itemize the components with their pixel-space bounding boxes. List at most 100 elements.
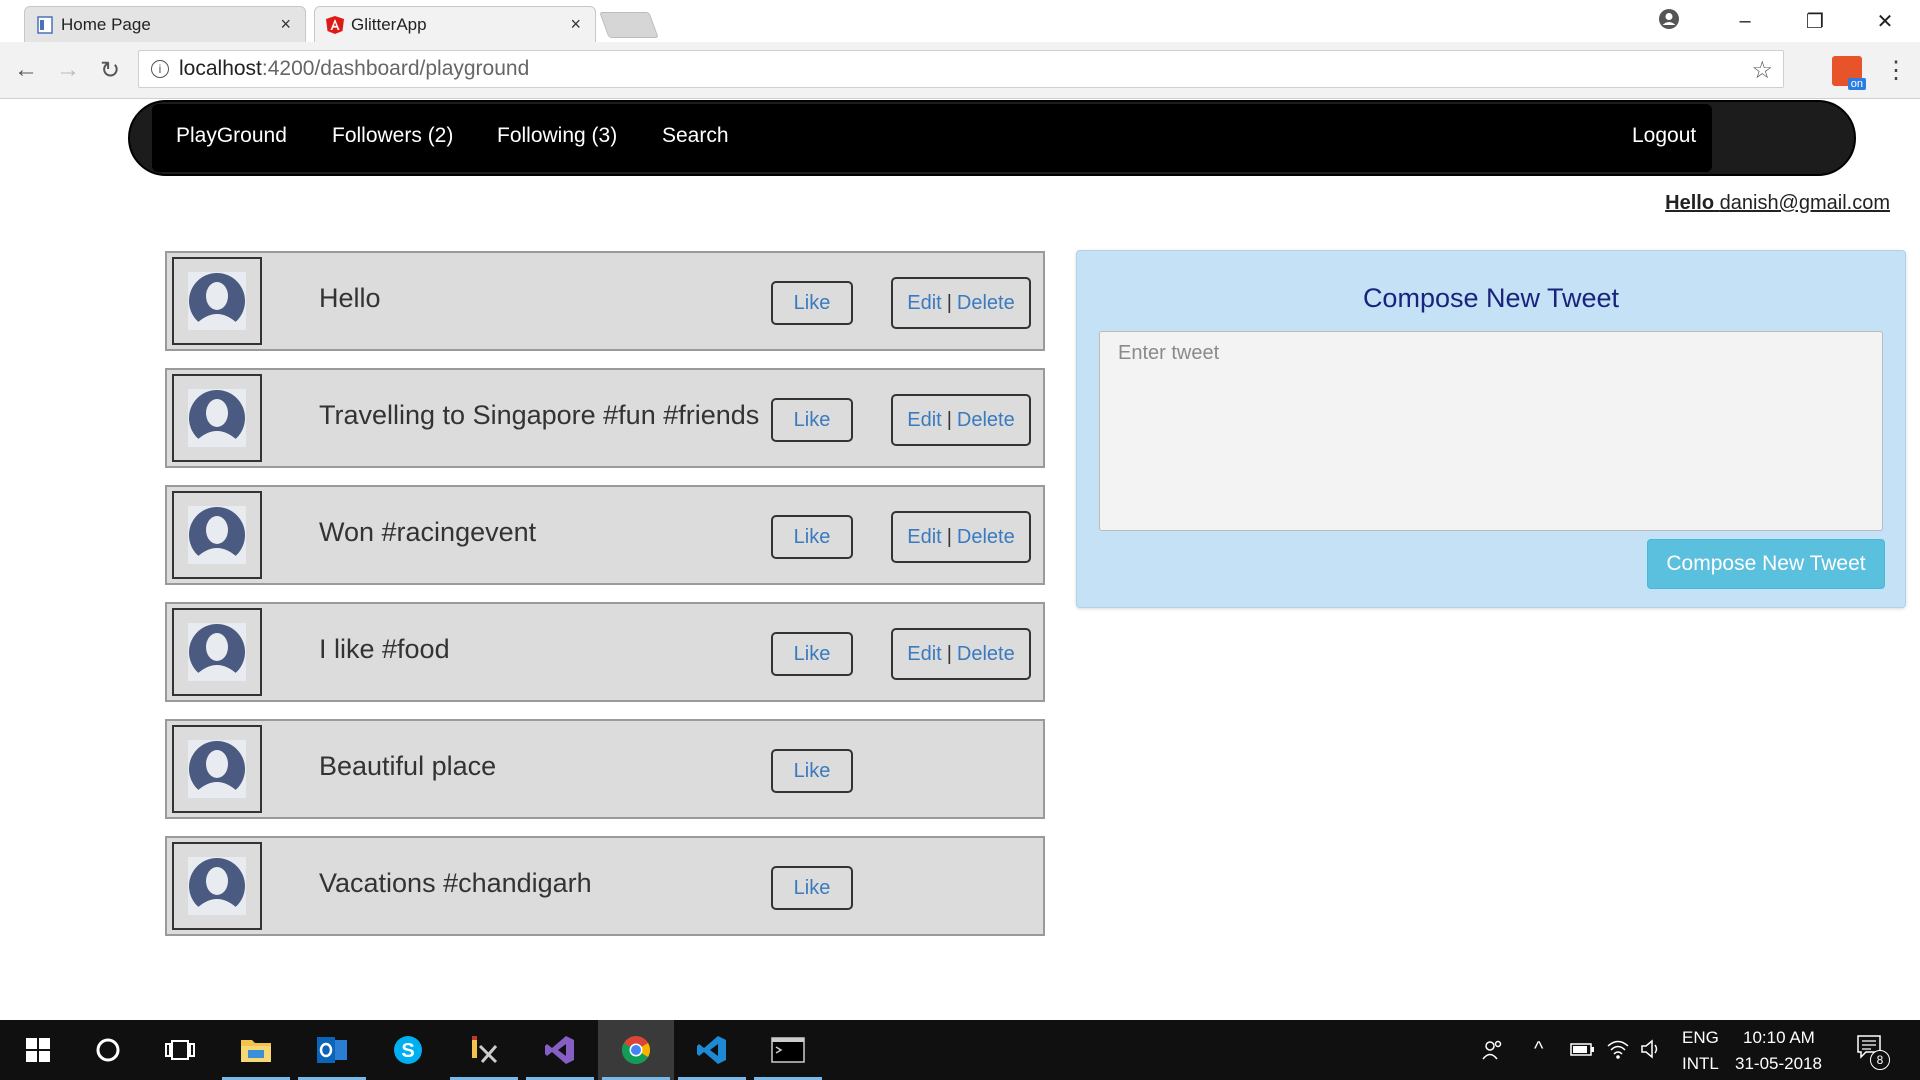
edit-link[interactable]: Edit [907,643,941,666]
vscode-icon [697,1036,726,1064]
angular-icon [326,16,344,34]
tweet-card: Vacations #chandigarh Like [165,836,1045,936]
taskbar-terminal[interactable] [750,1020,826,1080]
bookmark-star-icon[interactable]: ☆ [1751,56,1773,85]
chevron-up-icon[interactable]: ^ [1534,1038,1543,1061]
tweet-input[interactable] [1099,331,1883,531]
compose-title: Compose New Tweet [1362,283,1620,313]
edit-link[interactable]: Edit [907,409,941,432]
separator: | [946,642,952,665]
edit-link[interactable]: Edit [907,292,941,315]
reload-icon[interactable]: ↻ [96,56,124,84]
notification-count-badge: 8 [1870,1050,1890,1070]
terminal-icon [771,1037,805,1063]
like-button[interactable]: Like [771,749,853,793]
taskbar-vscode[interactable] [674,1020,750,1080]
browser-tab-home-page[interactable]: Home Page × [24,6,306,42]
chrome-icon [622,1036,650,1064]
tweet-card: Won #racingevent Like Edit | Delete [165,485,1045,585]
svg-text:S: S [401,1040,414,1062]
avatar-icon [188,506,246,564]
separator: | [946,291,952,314]
browser-tab-glitterapp[interactable]: GlitterApp × [314,6,596,42]
greeting-hello: Hello [1665,192,1715,214]
url-text: localhost:4200/dashboard/playground [179,57,529,81]
like-button[interactable]: Like [771,281,853,325]
taskbar-visual-studio[interactable] [522,1020,598,1080]
window-close-icon[interactable]: ✕ [1850,9,1920,34]
nav-logout[interactable]: Logout [1632,124,1696,148]
tab-title: Home Page [61,14,151,34]
nav-following[interactable]: Following (3) [497,124,617,148]
windows-logo-icon [26,1038,50,1062]
task-view-icon [165,1040,195,1060]
task-view-button[interactable] [142,1020,218,1080]
delete-link[interactable]: Delete [957,409,1015,432]
folder-icon [241,1040,271,1062]
cortana-circle-icon [96,1038,120,1062]
outlook-icon [317,1037,347,1063]
wifi-icon[interactable] [1606,1038,1630,1060]
like-button[interactable]: Like [771,866,853,910]
separator: | [946,408,952,431]
people-icon[interactable] [1480,1038,1504,1062]
taskbar-tools-app[interactable] [446,1020,522,1080]
tools-icon [472,1036,498,1064]
avatar-icon [188,740,246,798]
close-tab-icon[interactable]: × [280,14,291,35]
user-greeting[interactable]: Hello danish@gmail.com [1665,192,1890,215]
window-controls: – ❐ ✕ [1710,0,1920,42]
taskbar-file-explorer[interactable] [218,1020,294,1080]
avatar-frame [172,491,262,579]
tweet-card: Hello Like Edit | Delete [165,251,1045,351]
avatar-icon [188,623,246,681]
like-button[interactable]: Like [771,515,853,559]
extension-badge: on [1847,78,1866,90]
browser-tabbar: Home Page × GlitterApp × – ❐ ✕ [0,0,1920,42]
browser-menu-icon[interactable]: ⋮ [1884,56,1908,85]
like-button[interactable]: Like [771,398,853,442]
tweet-text: I like #food [319,634,450,664]
windows-taskbar: S ^ ENG INTL 10:10 AM 31-05-2018 8 [0,1020,1920,1080]
delete-link[interactable]: Delete [957,292,1015,315]
cortana-button[interactable] [70,1020,146,1080]
compose-panel: Compose New Tweet Compose New Tweet [1076,250,1906,608]
delete-link[interactable]: Delete [957,643,1015,666]
visual-studio-icon [545,1036,574,1064]
language-top[interactable]: ENG [1682,1028,1719,1048]
address-bar[interactable]: i localhost:4200/dashboard/playground ☆ [138,50,1784,88]
edit-delete-group: Edit | Delete [891,511,1031,563]
avatar-icon [188,389,246,447]
start-button[interactable] [0,1020,76,1080]
back-icon[interactable]: ← [12,56,40,84]
action-center-button[interactable]: 8 [1856,1034,1890,1070]
minimize-icon[interactable]: – [1710,10,1780,33]
skype-icon: S [394,1036,422,1064]
edit-link[interactable]: Edit [907,526,941,549]
tweet-card: Travelling to Singapore #fun #friends Li… [165,368,1045,468]
language-bottom[interactable]: INTL [1682,1054,1719,1074]
clock-time[interactable]: 10:10 AM [1743,1028,1815,1048]
close-tab-icon[interactable]: × [570,14,581,35]
restore-icon[interactable]: ❐ [1780,9,1850,34]
greeting-email: danish@gmail.com [1719,192,1890,214]
like-button[interactable]: Like [771,632,853,676]
info-icon[interactable]: i [151,60,169,78]
nav-followers[interactable]: Followers (2) [332,124,453,148]
forward-icon[interactable]: → [54,56,82,84]
profile-icon[interactable] [1658,8,1680,30]
new-tab-button[interactable] [599,12,659,38]
delete-link[interactable]: Delete [957,526,1015,549]
nav-playground[interactable]: PlayGround [176,124,287,148]
taskbar-skype[interactable]: S [370,1020,446,1080]
battery-icon[interactable] [1570,1038,1596,1060]
taskbar-chrome[interactable] [598,1020,674,1080]
tweet-text: Vacations #chandigarh [319,868,592,898]
compose-tweet-button[interactable]: Compose New Tweet [1647,539,1885,589]
taskbar-outlook[interactable] [294,1020,370,1080]
nav-search[interactable]: Search [662,124,729,148]
tab-title: GlitterApp [351,14,427,34]
clock-date[interactable]: 31-05-2018 [1735,1054,1822,1074]
extension-icon[interactable]: on [1832,56,1866,90]
volume-icon[interactable] [1640,1038,1664,1060]
